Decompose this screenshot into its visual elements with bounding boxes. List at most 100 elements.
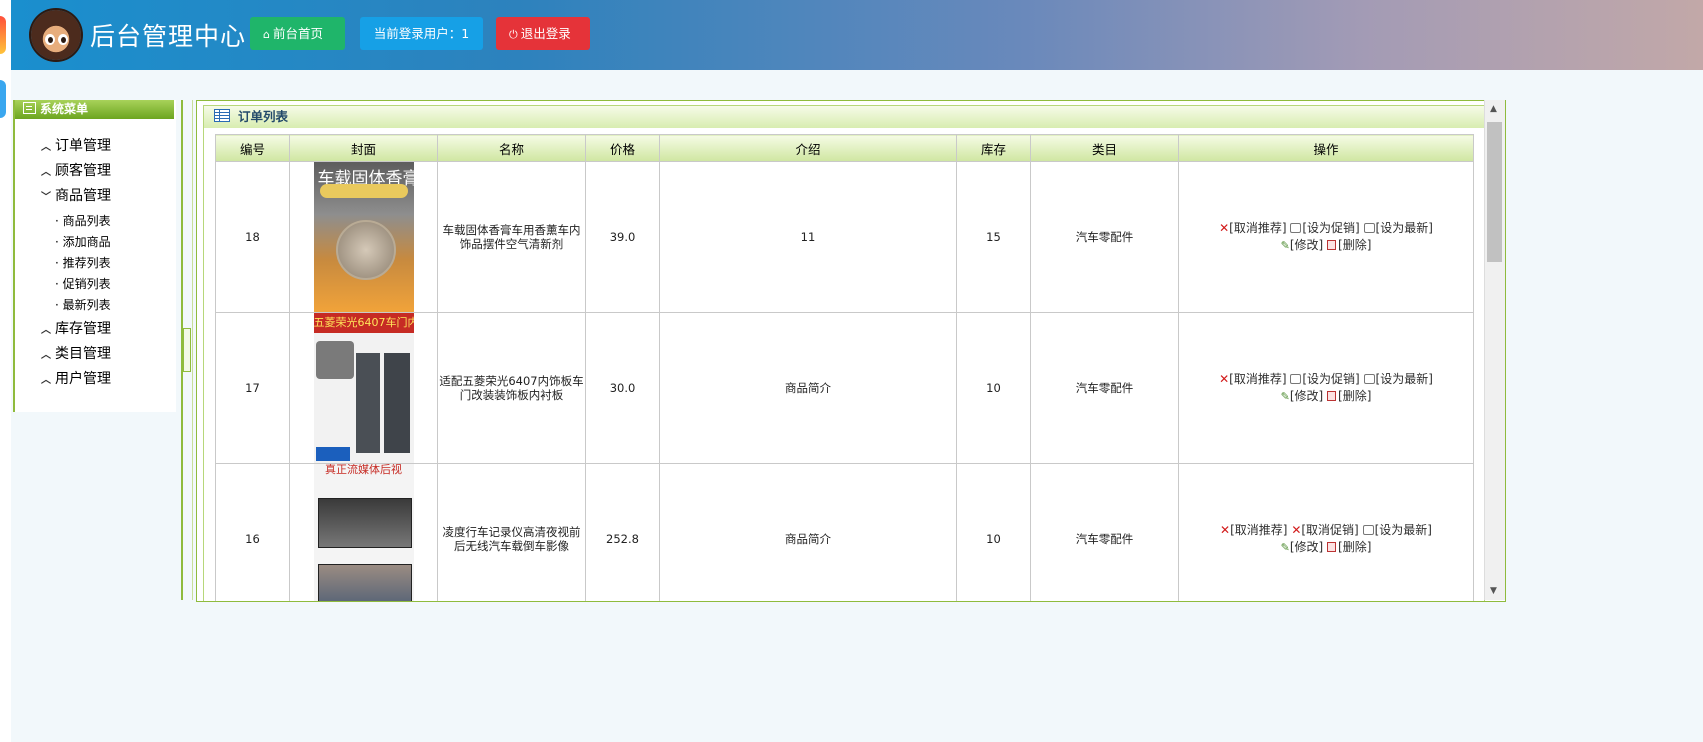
close-icon: ✕ (1219, 372, 1230, 386)
sidebar-item-orders[interactable]: ︿ 订单管理 (41, 135, 111, 155)
current-user-button[interactable]: 当前登录用户：1 (360, 17, 483, 50)
cell-stock: 10 (956, 463, 1031, 601)
header: 后台管理中心 ⌂ 前台首页 当前登录用户：1 ⏻ 退出登录 (11, 0, 1703, 70)
edit-link[interactable]: ✎[修改] (1281, 389, 1324, 403)
left-app-strip (0, 0, 11, 742)
avatar (31, 10, 81, 60)
cell-category: 汽车零配件 (1030, 312, 1179, 464)
submenu-newest-list[interactable]: · 最新列表 (55, 296, 111, 313)
sidebar-item-customers[interactable]: ︿ 顾客管理 (41, 160, 111, 180)
sidebar-item-inventory[interactable]: ︿ 库存管理 (41, 318, 111, 338)
content-scrollbar[interactable]: ▲ ▼ (1484, 100, 1505, 600)
cell-intro: 商品简介 (659, 463, 957, 601)
scroll-up-icon[interactable]: ▲ (1490, 104, 1497, 114)
cover-panel (383, 353, 410, 453)
logout-button[interactable]: ⏻ 退出登录 (496, 17, 590, 50)
table-icon (214, 109, 230, 122)
cancel-promotion-link[interactable]: ✕[取消促销] (1291, 523, 1358, 537)
submenu-promotion-list[interactable]: · 促销列表 (55, 275, 111, 292)
cell-id: 16 (215, 463, 290, 601)
content-panel: 订单列表 编号 封面 名称 价格 介绍 库存 类目 操作 18 车载固体香膏 车… (196, 100, 1506, 602)
submenu-add-product[interactable]: · 添加商品 (55, 233, 111, 250)
cover-band (319, 184, 408, 198)
set-promotion-link[interactable]: [设为促销] (1290, 221, 1360, 235)
cell-cover: 五菱荣光6407车门内饰板 (289, 312, 438, 464)
set-promotion-link[interactable]: [设为促销] (1290, 372, 1360, 386)
edit-link[interactable]: ✎[修改] (1281, 540, 1324, 554)
actions-line: ✕[取消推荐] [设为促销] [设为最新] (1179, 220, 1473, 237)
current-user-label: 当前登录用户：1 (373, 26, 470, 41)
set-newest-link[interactable]: [设为最新] (1363, 221, 1433, 235)
sidebar-splitter[interactable] (181, 100, 193, 600)
home-button-label: 前台首页 (272, 26, 323, 41)
delete-link[interactable]: [删除] (1327, 540, 1371, 554)
cell-name: 车载固体香膏车用香薰车内饰品摆件空气清新剂 (437, 161, 586, 313)
home-button[interactable]: ⌂ 前台首页 (250, 17, 345, 50)
cancel-recommend-link[interactable]: ✕[取消推荐] (1219, 221, 1286, 235)
splitter-handle[interactable] (183, 328, 191, 372)
sidebar: 系统菜单 ︿ 订单管理 ︿ 顾客管理 ﹀ 商品管理 · 商品列表 · 添加商品 · 推… (13, 100, 176, 412)
sidebar-item-label: 商品管理 (55, 188, 111, 204)
table-row: 17 五菱荣光6407车门内饰板 适配五菱荣光6407内饰板车门改装装饰板内衬板 (215, 312, 1474, 464)
sidebar-menu: ︿ 订单管理 ︿ 顾客管理 ﹀ 商品管理 · 商品列表 · 添加商品 · 推荐列表 ·… (15, 125, 129, 412)
pencil-icon: ✎ (1280, 541, 1290, 554)
avatar-eye (45, 34, 55, 45)
app-launcher-icon[interactable] (0, 16, 6, 54)
column-header: 介绍 (659, 134, 957, 162)
cell-price: 252.8 (585, 463, 660, 601)
cell-cover: 车载固体香膏 (289, 161, 438, 313)
product-cover-image: 车载固体香膏 (313, 162, 414, 312)
power-icon: ⏻ (509, 28, 518, 41)
app-launcher-icon[interactable] (0, 80, 6, 118)
cancel-recommend-link[interactable]: ✕[取消推荐] (1219, 372, 1286, 386)
submenu-recommend-list[interactable]: · 推荐列表 (55, 254, 111, 271)
actions-line: ✕[取消推荐] ✕[取消促销] [设为最新] (1179, 522, 1473, 539)
home-icon: ⌂ (263, 28, 270, 41)
column-header: 封面 (289, 134, 438, 162)
sidebar-item-users[interactable]: ︿ 用户管理 (41, 368, 111, 388)
product-cover-image: 五菱荣光6407车门内饰板 (313, 313, 414, 463)
cell-actions: ✕[取消推荐] ✕[取消促销] [设为最新] ✎[修改] [删除] (1178, 463, 1474, 601)
tag-icon (1362, 525, 1374, 535)
cover-text: 五菱荣光6407车门内饰板 (313, 313, 414, 333)
cell-stock: 10 (956, 312, 1031, 464)
sidebar-item-categories[interactable]: ︿ 类目管理 (41, 343, 111, 363)
cell-category: 汽车零配件 (1030, 161, 1179, 313)
column-header: 类目 (1030, 134, 1179, 162)
column-header: 编号 (215, 134, 290, 162)
pencil-icon: ✎ (1280, 390, 1290, 403)
cell-intro: 商品简介 (659, 312, 957, 464)
delete-link[interactable]: [删除] (1327, 238, 1371, 252)
scroll-down-icon[interactable]: ▼ (1490, 586, 1497, 596)
close-icon: ✕ (1219, 221, 1230, 235)
tag-icon (1363, 223, 1375, 233)
set-newest-link[interactable]: [设为最新] (1363, 372, 1433, 386)
cell-id: 18 (215, 161, 290, 313)
avatar-eye (58, 34, 68, 45)
panel-header: 订单列表 (204, 106, 1484, 128)
cell-price: 39.0 (585, 161, 660, 313)
submenu-product-list[interactable]: · 商品列表 (55, 212, 111, 229)
product-cover-image: 真正流媒体后视 (313, 464, 414, 601)
cell-intro: 11 (659, 161, 957, 313)
cell-stock: 15 (956, 161, 1031, 313)
chevron-up-icon: ︿ (41, 350, 51, 361)
logout-button-label: 退出登录 (520, 26, 571, 41)
actions-line: ✎[修改] [删除] (1179, 237, 1473, 254)
panel-title: 订单列表 (238, 109, 289, 124)
delete-link[interactable]: [删除] (1327, 389, 1371, 403)
actions-line: ✕[取消推荐] [设为促销] [设为最新] (1179, 371, 1473, 388)
cell-cover: 真正流媒体后视 (289, 463, 438, 601)
sidebar-item-products[interactable]: ﹀ 商品管理 (41, 185, 111, 205)
cancel-recommend-link[interactable]: ✕[取消推荐] (1220, 523, 1287, 537)
delete-icon (1327, 240, 1337, 250)
edit-link[interactable]: ✎[修改] (1281, 238, 1324, 252)
cell-price: 30.0 (585, 312, 660, 464)
cell-category: 汽车零配件 (1030, 463, 1179, 601)
table-row: 18 车载固体香膏 车载固体香膏车用香薰车内饰品摆件空气清新剂 39.0 11 … (215, 161, 1474, 313)
column-header: 库存 (956, 134, 1031, 162)
set-newest-link[interactable]: [设为最新] (1362, 523, 1432, 537)
cover-screen (317, 564, 412, 601)
scroll-thumb[interactable] (1487, 122, 1502, 262)
sidebar-item-label: 顾客管理 (55, 163, 111, 179)
